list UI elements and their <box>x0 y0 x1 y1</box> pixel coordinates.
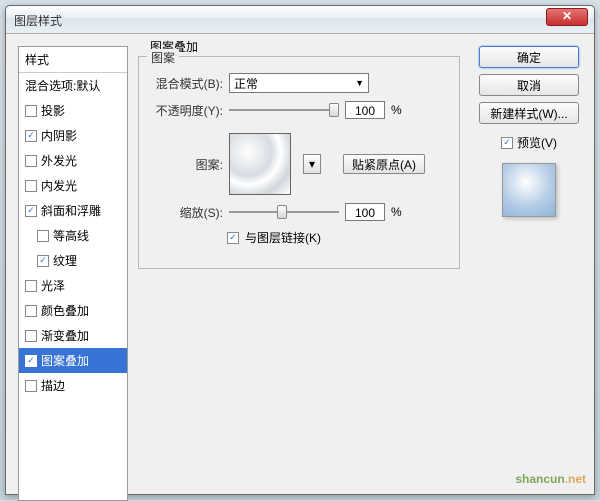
scale-row: 缩放(S): 100 % <box>149 203 449 221</box>
style-checkbox[interactable] <box>25 280 37 292</box>
opacity-slider-thumb[interactable] <box>329 103 339 117</box>
sidebar-item-10[interactable]: ✓ 图案叠加 <box>19 348 127 373</box>
cancel-button[interactable]: 取消 <box>479 74 579 96</box>
sidebar-item-9[interactable]: 渐变叠加 <box>19 323 127 348</box>
close-icon: ✕ <box>562 9 572 23</box>
sidebar-item-0[interactable]: 投影 <box>19 98 127 123</box>
pattern-group: 图案 混合模式(B): 正常 ▼ 不透明度(Y): 100 % <box>138 56 460 269</box>
sidebar-blend-defaults[interactable]: 混合选项:默认 <box>19 73 127 98</box>
style-checkbox[interactable] <box>37 230 49 242</box>
sidebar-item-label: 内发光 <box>41 177 77 194</box>
sidebar-item-label: 投影 <box>41 102 65 119</box>
style-checkbox[interactable]: ✓ <box>37 255 49 267</box>
link-checkbox[interactable]: ✓ <box>227 232 239 244</box>
settings-panel: 图案叠加 图案 混合模式(B): 正常 ▼ 不透明度(Y): 100 <box>138 46 460 501</box>
sidebar-item-label: 光泽 <box>41 277 65 294</box>
chevron-down-icon: ▾ <box>309 157 315 171</box>
sidebar-item-4[interactable]: ✓ 斜面和浮雕 <box>19 198 127 223</box>
new-style-button[interactable]: 新建样式(W)... <box>479 102 579 124</box>
blend-mode-row: 混合模式(B): 正常 ▼ <box>149 73 449 93</box>
sidebar-item-3[interactable]: 内发光 <box>19 173 127 198</box>
scale-slider[interactable] <box>229 211 339 213</box>
style-checkbox[interactable] <box>25 105 37 117</box>
sidebar-item-label: 内阴影 <box>41 127 77 144</box>
sidebar-item-11[interactable]: 描边 <box>19 373 127 398</box>
preview-checkbox[interactable]: ✓ <box>501 137 513 149</box>
chevron-down-icon: ▼ <box>355 78 364 88</box>
window-title: 图层样式 <box>14 12 62 29</box>
sidebar-header: 样式 <box>19 47 127 73</box>
style-checkbox[interactable] <box>25 305 37 317</box>
group-legend: 图案 <box>147 49 179 66</box>
sidebar-item-2[interactable]: 外发光 <box>19 148 127 173</box>
opacity-slider[interactable] <box>229 109 339 111</box>
watermark: shancun.net <box>515 470 586 488</box>
sidebar-item-8[interactable]: 颜色叠加 <box>19 298 127 323</box>
opacity-value[interactable]: 100 <box>345 101 385 119</box>
pattern-picker-button[interactable]: ▾ <box>303 154 321 174</box>
style-checkbox[interactable]: ✓ <box>25 205 37 217</box>
link-label: 与图层链接(K) <box>245 229 321 246</box>
style-checkbox[interactable] <box>25 380 37 392</box>
opacity-row: 不透明度(Y): 100 % <box>149 101 449 119</box>
sidebar-item-5[interactable]: 等高线 <box>19 223 127 248</box>
snap-origin-button[interactable]: 贴紧原点(A) <box>343 154 425 174</box>
scale-slider-thumb[interactable] <box>277 205 287 219</box>
ok-button[interactable]: 确定 <box>479 46 579 68</box>
preview-swatch <box>502 163 556 217</box>
sidebar-item-label: 外发光 <box>41 152 77 169</box>
preview-row: ✓ 预览(V) <box>501 134 557 151</box>
pattern-row: 图案: ▾ 贴紧原点(A) <box>149 133 449 195</box>
sidebar-item-label: 纹理 <box>53 252 77 269</box>
style-checkbox[interactable]: ✓ <box>25 355 37 367</box>
style-checkbox[interactable]: ✓ <box>25 130 37 142</box>
sidebar-item-label: 描边 <box>41 377 65 394</box>
dialog-window: 图层样式 ✕ 样式 混合选项:默认 投影 ✓ 内阴影外发光内发光 ✓ 斜面和浮雕等高线 ✓… <box>5 5 595 495</box>
style-checkbox[interactable] <box>25 330 37 342</box>
sidebar-item-label: 斜面和浮雕 <box>41 202 101 219</box>
sidebar-item-label: 渐变叠加 <box>41 327 89 344</box>
scale-label: 缩放(S): <box>149 204 223 221</box>
blend-mode-dropdown[interactable]: 正常 ▼ <box>229 73 369 93</box>
titlebar[interactable]: 图层样式 ✕ <box>6 6 594 34</box>
sidebar-item-label: 图案叠加 <box>41 352 89 369</box>
sidebar-item-label: 颜色叠加 <box>41 302 89 319</box>
close-button[interactable]: ✕ <box>546 8 588 26</box>
opacity-label: 不透明度(Y): <box>149 102 223 119</box>
style-checkbox[interactable] <box>25 180 37 192</box>
pattern-label: 图案: <box>149 156 223 173</box>
preview-label: 预览(V) <box>517 134 557 151</box>
scale-value[interactable]: 100 <box>345 203 385 221</box>
dialog-body: 样式 混合选项:默认 投影 ✓ 内阴影外发光内发光 ✓ 斜面和浮雕等高线 ✓ 纹理光泽颜色叠… <box>6 34 594 494</box>
styles-sidebar: 样式 混合选项:默认 投影 ✓ 内阴影外发光内发光 ✓ 斜面和浮雕等高线 ✓ 纹理光泽颜色叠… <box>18 46 128 501</box>
sidebar-item-label: 等高线 <box>53 227 89 244</box>
sidebar-item-6[interactable]: ✓ 纹理 <box>19 248 127 273</box>
right-buttons: 确定 取消 新建样式(W)... ✓ 预览(V) <box>476 46 582 217</box>
sidebar-item-1[interactable]: ✓ 内阴影 <box>19 123 127 148</box>
pattern-swatch[interactable] <box>229 133 291 195</box>
blend-mode-label: 混合模式(B): <box>149 75 223 92</box>
sidebar-item-7[interactable]: 光泽 <box>19 273 127 298</box>
style-checkbox[interactable] <box>25 155 37 167</box>
link-row: ✓ 与图层链接(K) <box>149 229 449 246</box>
